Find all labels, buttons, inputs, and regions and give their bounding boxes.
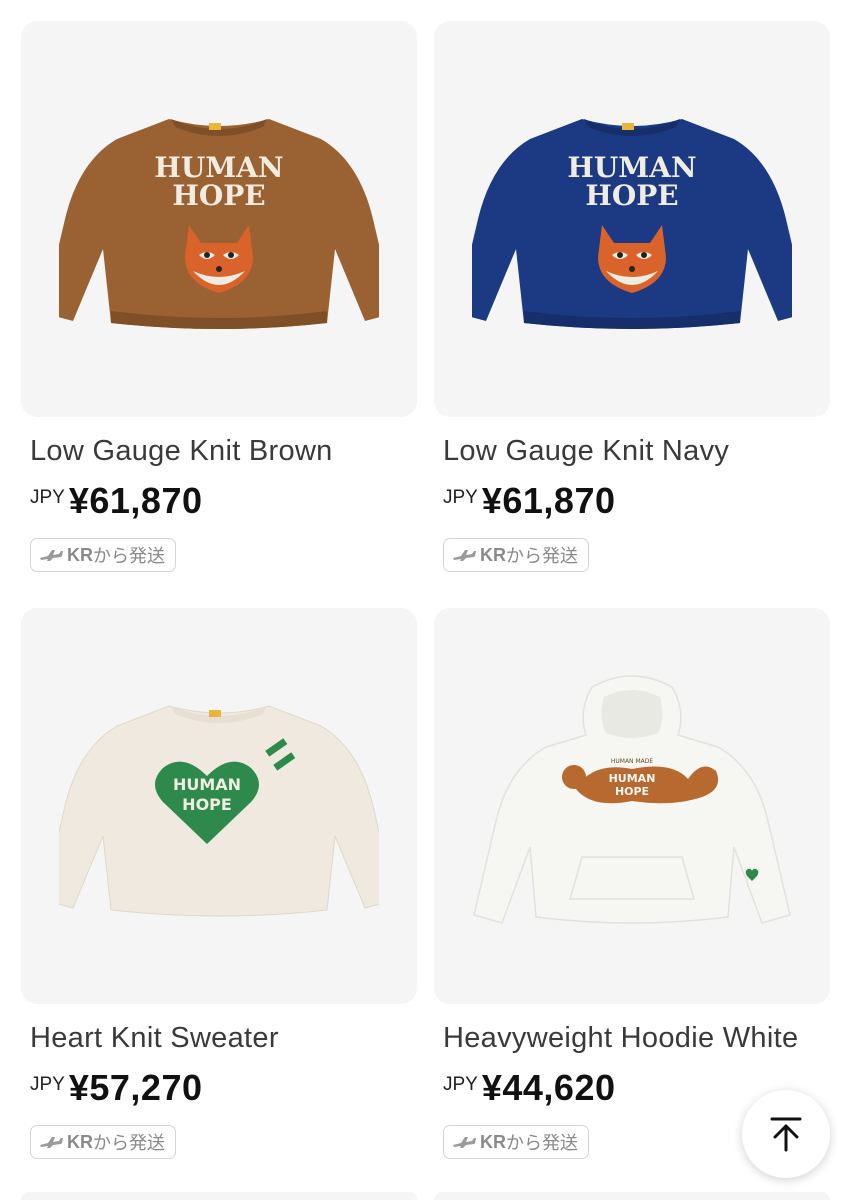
product-card[interactable]: HUMAN HOPE Heart Knit Sweater JPY ¥57,27… [21, 608, 417, 1159]
product-price: JPY ¥57,270 [21, 1067, 417, 1109]
airplane-icon [40, 1137, 63, 1148]
shipping-badge: KR から発送 [30, 538, 176, 572]
price-currency: JPY [30, 487, 65, 508]
product-price: JPY ¥61,870 [21, 480, 417, 522]
graphic-text-hope: HOPE [182, 795, 232, 814]
airplane-icon [453, 1137, 476, 1148]
price-currency: JPY [443, 1074, 478, 1095]
shipping-suffix: から発送 [93, 1133, 165, 1153]
next-product-image-edge [21, 1192, 417, 1200]
shipping-suffix: から発送 [506, 1133, 578, 1153]
shipping-badge: KR から発送 [443, 1125, 589, 1159]
product-image[interactable]: HUMAN MADE HUMAN HOPE [434, 608, 830, 1004]
graphic-text-human-made: HUMAN MADE [611, 758, 653, 765]
shipping-badge: KR から発送 [30, 1125, 176, 1159]
graphic-text-human: HUMAN [173, 775, 241, 794]
shipping-origin: KR [67, 1131, 93, 1152]
shipping-origin: KR [67, 544, 93, 565]
product-image[interactable]: HUMAN HOPE [434, 21, 830, 417]
brown-sweater-image: HUMAN HOPE [59, 119, 379, 329]
product-price: JPY ¥61,870 [434, 480, 830, 522]
graphic-text-hope: HOPE [585, 179, 678, 212]
product-image[interactable]: HUMAN HOPE [21, 21, 417, 417]
product-image[interactable]: HUMAN HOPE [21, 608, 417, 1004]
navy-sweater-image: HUMAN HOPE [472, 119, 792, 329]
shipping-badge: KR から発送 [443, 538, 589, 572]
product-title[interactable]: Heavyweight Hoodie White [434, 1022, 830, 1055]
shipping-suffix: から発送 [93, 546, 165, 566]
airplane-icon [40, 550, 63, 561]
white-hoodie-image: HUMAN MADE HUMAN HOPE [473, 675, 791, 924]
price-currency: JPY [30, 1074, 65, 1095]
price-amount: ¥44,620 [481, 1067, 616, 1108]
airplane-icon [453, 550, 476, 561]
shipping-suffix: から発送 [506, 546, 578, 566]
product-title[interactable]: Low Gauge Knit Navy [434, 435, 830, 468]
product-card[interactable]: HUMAN HOPE Low Gauge Knit Brown JPY ¥61,… [21, 21, 417, 572]
scroll-to-top-button[interactable] [742, 1090, 830, 1178]
product-title[interactable]: Low Gauge Knit Brown [21, 435, 417, 468]
graphic-text-human: HUMAN [609, 772, 656, 785]
graphic-text-hope: HOPE [172, 179, 265, 212]
price-amount: ¥57,270 [68, 1067, 203, 1108]
price-amount: ¥61,870 [481, 480, 616, 521]
next-product-image-edge [434, 1192, 830, 1200]
price-amount: ¥61,870 [68, 480, 203, 521]
shipping-origin: KR [480, 1131, 506, 1152]
product-card[interactable]: HUMAN MADE HUMAN HOPE Heavyweight Hoodie… [434, 608, 830, 1159]
graphic-text-hope: HOPE [615, 785, 649, 798]
arrow-up-to-line-icon [770, 1117, 802, 1152]
product-card[interactable]: HUMAN HOPE Low Gauge Knit Navy JPY ¥61,8… [434, 21, 830, 572]
product-grid: HUMAN HOPE Low Gauge Knit Brown JPY ¥61,… [0, 0, 852, 1200]
heart-sweater-image: HUMAN HOPE [59, 705, 379, 917]
price-currency: JPY [443, 487, 478, 508]
product-title[interactable]: Heart Knit Sweater [21, 1022, 417, 1055]
shipping-origin: KR [480, 544, 506, 565]
